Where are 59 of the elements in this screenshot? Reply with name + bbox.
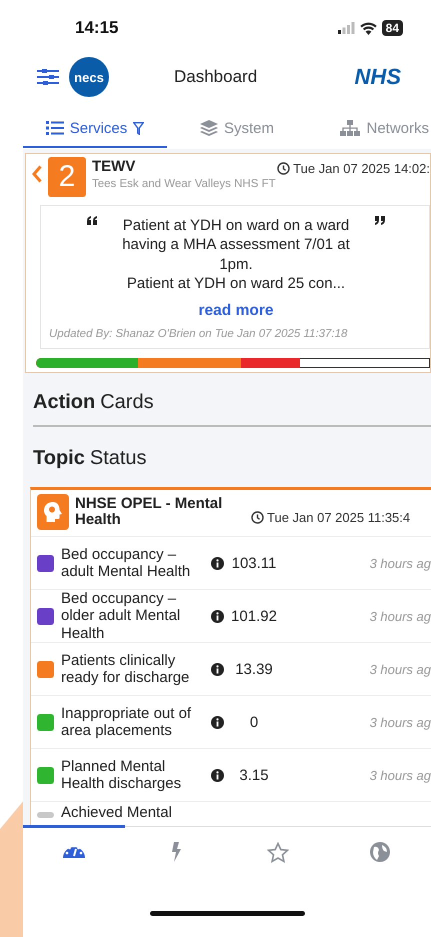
metric-name: Bed occupancy – adult Mental Health: [61, 546, 192, 580]
filter-icon: [133, 122, 144, 135]
info-icon[interactable]: [211, 556, 224, 570]
metric-value: 3.15: [238, 766, 270, 784]
close-quote-icon: [374, 216, 386, 225]
nhs-logo: NHS: [354, 64, 401, 90]
network-icon: [340, 120, 360, 136]
signal-icon: [338, 22, 355, 34]
metric-value: 103.11: [230, 554, 278, 572]
updated-by-text: Updated By: Shanaz O'Brien on Tue Jan 07 2025 11:37:18: [49, 328, 348, 340]
filter-sliders-icon[interactable]: [37, 68, 59, 86]
metric-row[interactable]: Bed occupancy – older adult Mental Health 101.92 3 hours ag: [31, 589, 431, 642]
info-icon[interactable]: [211, 716, 224, 729]
topic-title: NHSE OPEL - Mental Health: [75, 496, 224, 528]
note-text: Patient at YDH on ward on a ward having a MHA assessment 7/01 at 1pm. Patient at YDH on ward 25 con...: [121, 216, 351, 294]
updated-time: 3 hours ag: [370, 662, 431, 677]
necs-logo: necs: [69, 57, 109, 98]
metric-name: Bed occupancy – older adult Mental Health: [61, 590, 182, 642]
nav-tab[interactable]: Services: [23, 110, 167, 148]
back-chevron-icon[interactable]: [32, 164, 42, 183]
page-title: Dashboard: [174, 67, 258, 88]
metric-name: Planned Mental Health discharges: [61, 758, 182, 792]
info-icon[interactable]: [211, 610, 224, 623]
star-icon[interactable]: [267, 842, 289, 864]
info-icon[interactable]: [211, 662, 224, 676]
updated-time: 3 hours ag: [370, 556, 431, 571]
updated-time: 3 hours ag: [370, 608, 431, 624]
metric-row[interactable]: Bed occupancy – adult Mental Health 103.11 3 hours ag: [31, 536, 431, 590]
section-heading[interactable]: Topic Status: [33, 447, 147, 470]
list-icon: [46, 121, 64, 136]
timestamp: Tue Jan 07 2025 11:35:4: [267, 510, 410, 525]
clock-icon: [277, 162, 290, 175]
layers-icon: [200, 120, 218, 136]
info-icon[interactable]: [211, 768, 224, 782]
lightning-icon[interactable]: [170, 842, 182, 862]
metric-value: 13.39: [234, 660, 274, 678]
battery-level: 84: [382, 20, 403, 36]
section-heading[interactable]: Action Cards: [33, 391, 154, 414]
brain-head-icon: [37, 494, 69, 530]
metric-value: 0: [248, 714, 260, 731]
metric-row[interactable]: Planned Mental Health discharges 3.15 3 hours ag: [31, 748, 431, 802]
status-time: 14:15: [75, 18, 118, 38]
metric-name: Inappropriate out of area placements: [61, 704, 192, 740]
updated-time: 3 hours ag: [370, 768, 431, 783]
metric-value: 101.92: [230, 608, 278, 625]
metric-name: Achieved Mental: [61, 804, 173, 822]
timestamp: Tue Jan 07 2025 14:02:: [293, 160, 430, 176]
metric-row[interactable]: Patients clinically ready for discharge 13.39 3 hours ag: [31, 642, 431, 696]
updated-time: 3 hours ag: [370, 714, 431, 730]
rank-badge: 2: [48, 156, 86, 197]
globe-icon[interactable]: [370, 842, 390, 862]
clock-icon: [251, 510, 264, 524]
wifi-icon: [360, 22, 377, 35]
metric-row[interactable]: Inappropriate out of area placements 0 3 hours ag: [31, 695, 431, 748]
read-more-link[interactable]: read more: [198, 302, 274, 320]
service-subtitle: Tees Esk and Wear Valleys NHS FT: [92, 178, 277, 190]
service-name: TEWV: [92, 158, 136, 175]
open-quote-icon: [86, 216, 98, 225]
metric-name: Patients clinically ready for discharge: [61, 652, 190, 686]
